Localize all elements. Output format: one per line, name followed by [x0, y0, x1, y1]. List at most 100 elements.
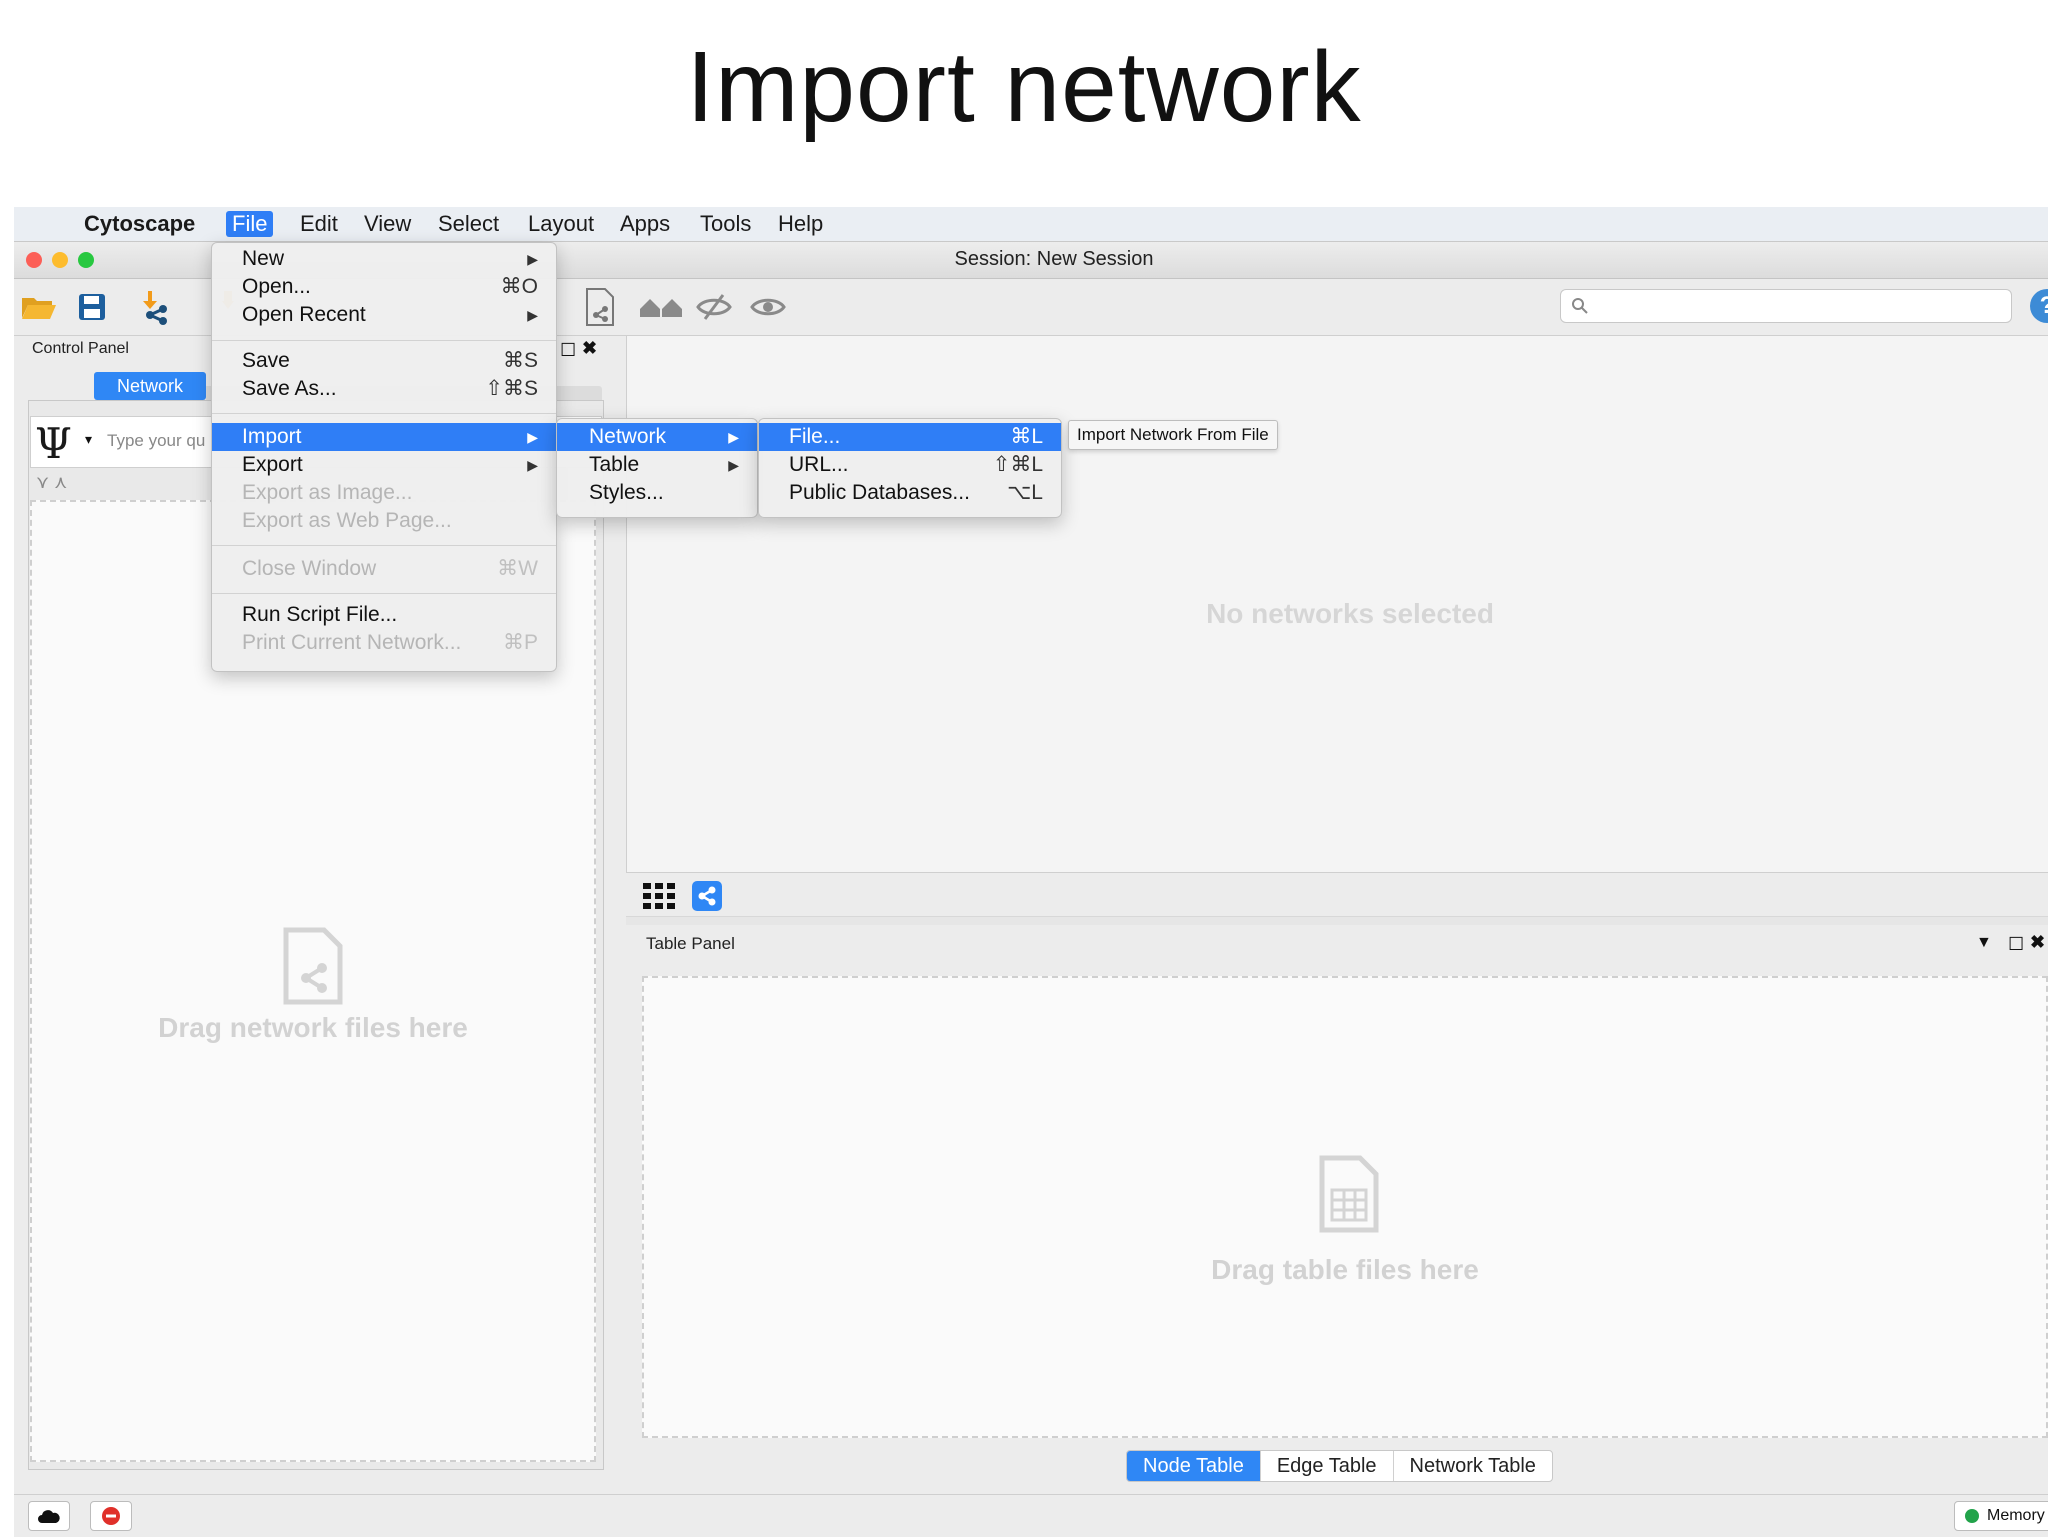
network-file-icon — [283, 927, 343, 1005]
menu-item-label: Close Window — [242, 557, 377, 580]
float-panel-icon[interactable]: ☐ — [2008, 934, 2024, 955]
stop-icon[interactable] — [90, 1501, 132, 1531]
chevron-down-icon[interactable]: ▼ — [1976, 934, 1992, 952]
menu-item-label: Run Script File... — [242, 603, 398, 626]
import-submenu: Network ▶ Table ▶ Styles... — [556, 418, 758, 518]
expand-collapse-icons[interactable]: ⋎ ⋏ — [36, 472, 67, 493]
menu-item-network[interactable]: Network ▶ — [557, 423, 757, 451]
menu-file[interactable]: File — [226, 211, 274, 237]
menu-item-export[interactable]: Export ▶ — [212, 451, 556, 479]
table-tabs: Node Table Edge Table Network Table — [1126, 1450, 1553, 1482]
menu-item-label: Open Recent — [242, 303, 366, 326]
grid-view-icon[interactable] — [642, 881, 676, 911]
network-submenu: File... ⌘L URL... ⇧⌘L Public Databases... ⌥… — [758, 418, 1062, 518]
menu-item-close-window: Close Window ⌘W — [212, 555, 556, 583]
menu-item-label: Public Databases... — [789, 481, 970, 504]
menu-item-shortcut: ⌘S — [502, 349, 538, 372]
new-network-icon[interactable] — [580, 287, 620, 327]
menu-tools[interactable]: Tools — [694, 211, 757, 237]
control-panel-label: Control Panel — [32, 340, 129, 357]
open-folder-icon[interactable] — [18, 287, 58, 327]
menu-item-shortcut: ⌘O — [500, 275, 538, 298]
network-view: No networks selected — [626, 336, 2048, 876]
menu-app-name[interactable]: Cytoscape — [78, 211, 201, 237]
tab-network-table[interactable]: Network Table — [1394, 1451, 1552, 1481]
table-file-icon — [1319, 1155, 1379, 1233]
memory-button[interactable]: Memory — [1954, 1501, 2048, 1531]
close-panel-icon[interactable]: ✖ — [2030, 932, 2045, 953]
menu-view[interactable]: View — [358, 211, 417, 237]
menu-item-label: Network — [589, 425, 667, 448]
memory-status-icon — [1965, 1509, 1979, 1523]
menu-item-label: Export as Web Page... — [242, 509, 452, 532]
psi-icon[interactable]: Ψ — [35, 419, 72, 468]
memory-label: Memory — [1987, 1507, 2045, 1524]
menu-item-export-web-page: Export as Web Page... — [212, 507, 556, 535]
network-view-icon[interactable] — [692, 881, 722, 911]
query-input[interactable]: Type your qu — [107, 431, 205, 451]
menu-item-label: Open... — [242, 275, 311, 298]
table-drop-text: Drag table files here — [1211, 1254, 1479, 1285]
tooltip: Import Network From File — [1068, 420, 1278, 450]
statusbar: Memory — [14, 1494, 2048, 1537]
network-drop-text: Drag network files here — [158, 1012, 468, 1043]
submenu-arrow-icon: ▶ — [527, 457, 538, 473]
tab-node-table[interactable]: Node Table — [1127, 1451, 1261, 1481]
table-panel-label: Table Panel — [646, 934, 735, 953]
import-network-icon[interactable] — [134, 287, 174, 327]
float-panel-icon[interactable]: ☐ — [560, 340, 576, 361]
menu-item-label: Print Current Network... — [242, 631, 462, 654]
tab-edge-table[interactable]: Edge Table — [1261, 1451, 1394, 1481]
view-tabs — [626, 872, 2048, 919]
menu-separator — [212, 340, 556, 341]
menu-item-save-as[interactable]: Save As... ⇧⌘S — [212, 375, 556, 403]
submenu-arrow-icon: ▶ — [527, 307, 538, 323]
menu-item-import[interactable]: Import ▶ — [212, 423, 556, 451]
menu-item-save[interactable]: Save ⌘S — [212, 347, 556, 375]
panel-divider[interactable] — [626, 916, 2048, 925]
menu-item-open[interactable]: Open... ⌘O — [212, 273, 556, 301]
menu-edit[interactable]: Edit — [294, 211, 344, 237]
tab-network[interactable]: Network — [94, 372, 206, 400]
menu-help[interactable]: Help — [772, 211, 829, 237]
menu-item-file[interactable]: File... ⌘L — [759, 423, 1061, 451]
menu-item-public-databases[interactable]: Public Databases... ⌥L — [759, 479, 1061, 507]
menu-item-styles[interactable]: Styles... — [557, 479, 757, 507]
submenu-arrow-icon: ▶ — [527, 251, 538, 267]
menu-item-label: Styles... — [589, 481, 664, 504]
save-icon[interactable] — [72, 287, 112, 327]
menu-item-label: New — [242, 247, 285, 270]
search-input[interactable] — [1560, 289, 2012, 323]
chevron-down-icon[interactable]: ▾ — [85, 431, 92, 448]
menu-item-shortcut: ⌘L — [1010, 425, 1043, 448]
menu-item-open-recent[interactable]: Open Recent ▶ — [212, 301, 556, 329]
menu-item-export-image: Export as Image... — [212, 479, 556, 507]
close-panel-icon[interactable]: ✖ — [582, 338, 597, 359]
menu-item-label: Save — [242, 349, 290, 372]
submenu-arrow-icon: ▶ — [728, 429, 739, 445]
help-icon[interactable]: ? — [2030, 289, 2048, 323]
menubar: Cytoscape File Edit View Select Layout A… — [14, 207, 2048, 242]
menu-select[interactable]: Select — [432, 211, 505, 237]
menu-item-label: Import — [242, 425, 302, 448]
search-icon — [1572, 298, 1588, 314]
table-drop-area[interactable]: Drag table files here — [642, 976, 2048, 1438]
menu-separator — [212, 413, 556, 414]
menu-item-shortcut: ⌘W — [497, 557, 538, 580]
menu-item-run-script[interactable]: Run Script File... — [212, 601, 556, 629]
menu-item-label: File... — [789, 425, 841, 448]
menu-separator — [212, 593, 556, 594]
menu-item-label: Save As... — [242, 377, 337, 400]
menu-layout[interactable]: Layout — [522, 211, 600, 237]
menu-item-label: URL... — [789, 453, 849, 476]
menu-item-table[interactable]: Table ▶ — [557, 451, 757, 479]
file-menu: New ▶ Open... ⌘O Open Recent ▶ Save ⌘S Save … — [211, 242, 557, 672]
show-icon[interactable] — [748, 287, 788, 327]
menu-separator — [212, 545, 556, 546]
menu-item-url[interactable]: URL... ⇧⌘L — [759, 451, 1061, 479]
menu-apps[interactable]: Apps — [614, 211, 676, 237]
cloud-icon[interactable] — [28, 1501, 70, 1531]
hide-icon[interactable] — [694, 287, 734, 327]
menu-item-new[interactable]: New ▶ — [212, 245, 556, 273]
show-all-icon[interactable] — [636, 287, 688, 327]
